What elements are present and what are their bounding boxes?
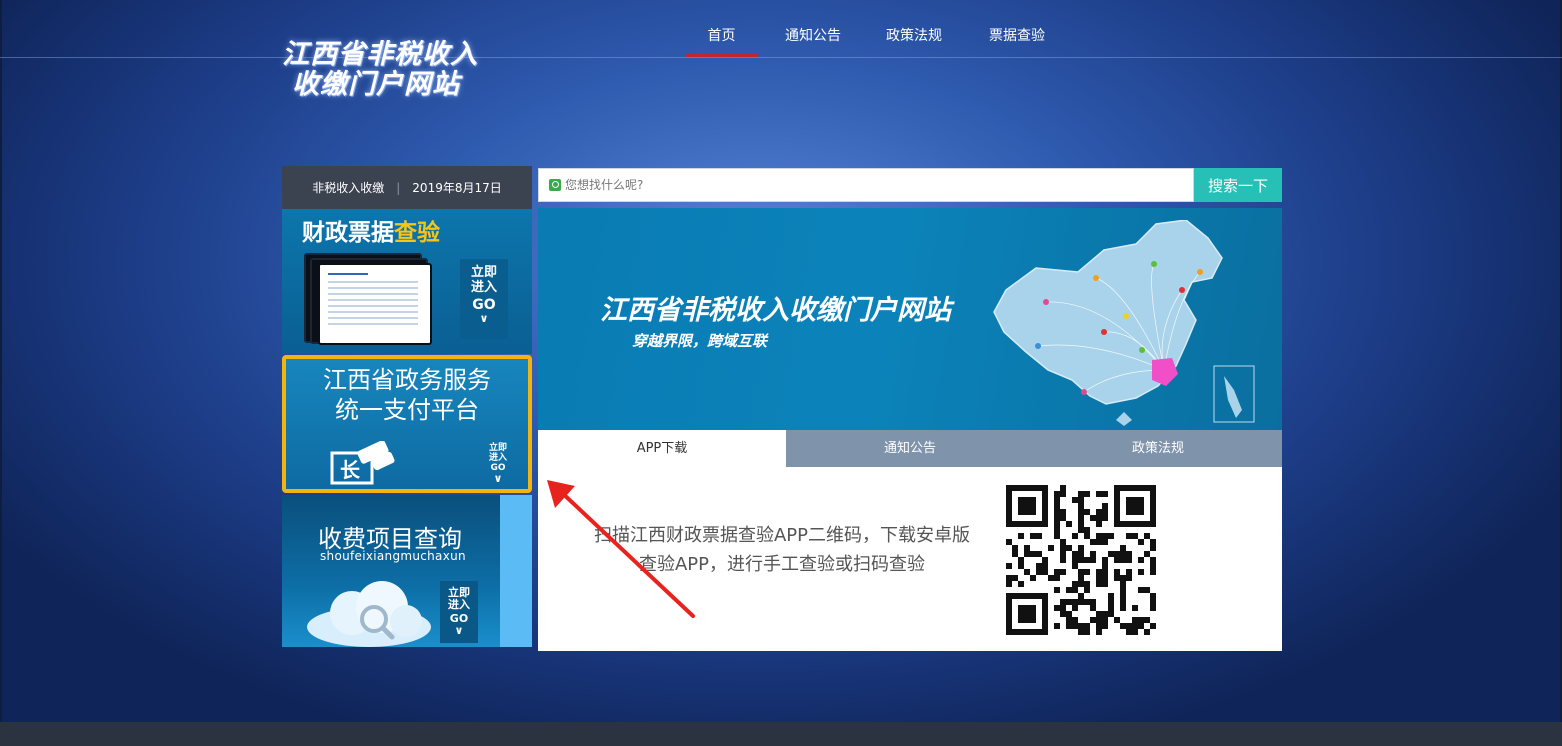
chevron-down-icon: ∨: [479, 312, 489, 325]
red-arrow-annotation: [547, 480, 695, 618]
card-side-strip: [500, 495, 532, 647]
svg-text:长: 长: [340, 458, 361, 482]
cloud-search-icon: [307, 581, 431, 647]
nav-invoice-check[interactable]: 票据查验: [975, 22, 1059, 57]
logo-line-1: 江西省非税收入: [282, 39, 478, 70]
site-logo[interactable]: 江西省非税收入 收缴门户网站: [282, 40, 502, 100]
fee-items-go-button[interactable]: 立即 进入 GO ∨: [440, 581, 478, 643]
invoice-check-title-main: 财政票据: [302, 220, 394, 246]
tab-policies[interactable]: 政策法规: [1034, 430, 1282, 467]
app-qr-code: [1006, 485, 1156, 635]
go-line-3: GO: [472, 297, 496, 313]
search-icon: [549, 179, 561, 191]
banner-title: 江西省非税收入收缴门户网站: [600, 295, 951, 326]
tab-notices[interactable]: 通知公告: [786, 430, 1034, 467]
payment-platform-title: 江西省政务服务 统一支付平台: [286, 365, 528, 425]
go-line-2: 进入: [448, 598, 470, 611]
payment-title-line-2: 统一支付平台: [335, 396, 479, 424]
go-line-1: 立即: [470, 265, 497, 280]
search-button[interactable]: 搜索一下: [1194, 168, 1282, 202]
payment-platform-card[interactable]: 江西省政务服务 统一支付平台 长 立即 进入 GO ∨: [282, 355, 532, 493]
fee-items-query-card[interactable]: 收费项目查询 shoufeixiangmuchaxun 立即 进入 GO ∨: [282, 495, 532, 647]
chevron-down-icon: ∨: [454, 624, 464, 637]
nav-home[interactable]: 首页: [686, 22, 757, 57]
go-line-2: 进入: [470, 280, 497, 295]
content-tabs: APP下载 通知公告 政策法规: [538, 430, 1282, 467]
china-map-illustration: [993, 220, 1255, 426]
date-bar: 非税收入收缴 | 2019年8月17日: [282, 166, 532, 209]
date-bar-label: 非税收入收缴: [312, 181, 385, 195]
fee-items-subtitle: shoufeixiangmuchaxun: [320, 549, 466, 563]
tab-app-download[interactable]: APP下载: [538, 430, 786, 467]
invoice-check-title: 财政票据查验: [302, 213, 440, 247]
banner-subtitle: 穿越界限，跨域互联: [632, 332, 768, 350]
payment-card-icon: 长: [330, 441, 395, 485]
payment-platform-go-button[interactable]: 立即 进入 GO ∨: [482, 443, 514, 489]
search-input[interactable]: [565, 178, 1165, 192]
payment-title-line-1: 江西省政务服务: [323, 366, 491, 394]
footer-bar: [0, 722, 1562, 746]
logo-line-2: 收缴门户网站: [292, 69, 460, 100]
chevron-down-icon: ∨: [493, 472, 503, 485]
nav-notices[interactable]: 通知公告: [763, 22, 863, 57]
invoice-check-title-highlight: 查验: [394, 220, 440, 246]
search-field-wrapper: [538, 168, 1194, 202]
invoice-check-go-button[interactable]: 立即 进入 GO ∨: [460, 259, 508, 339]
nav-policies[interactable]: 政策法规: [869, 22, 959, 57]
current-date: 2019年8月17日: [412, 181, 502, 195]
sidebar: 非税收入收缴 | 2019年8月17日 财政票据查验 立即 进入 GO ∨ 江西…: [282, 166, 532, 647]
main-nav: 首页 通知公告 政策法规 票据查验: [686, 22, 1059, 57]
go-line-2: 进入: [488, 453, 507, 463]
header-divider: [0, 57, 1562, 58]
date-bar-separator: |: [396, 180, 401, 195]
search-bar: 搜索一下: [538, 168, 1282, 202]
monitor-screens-image: [304, 253, 432, 345]
invoice-check-card[interactable]: 财政票据查验 立即 进入 GO ∨: [282, 209, 532, 354]
hero-banner: 江西省非税收入收缴门户网站 穿越界限，跨域互联: [538, 208, 1282, 430]
go-line-1: 立即: [488, 443, 507, 453]
